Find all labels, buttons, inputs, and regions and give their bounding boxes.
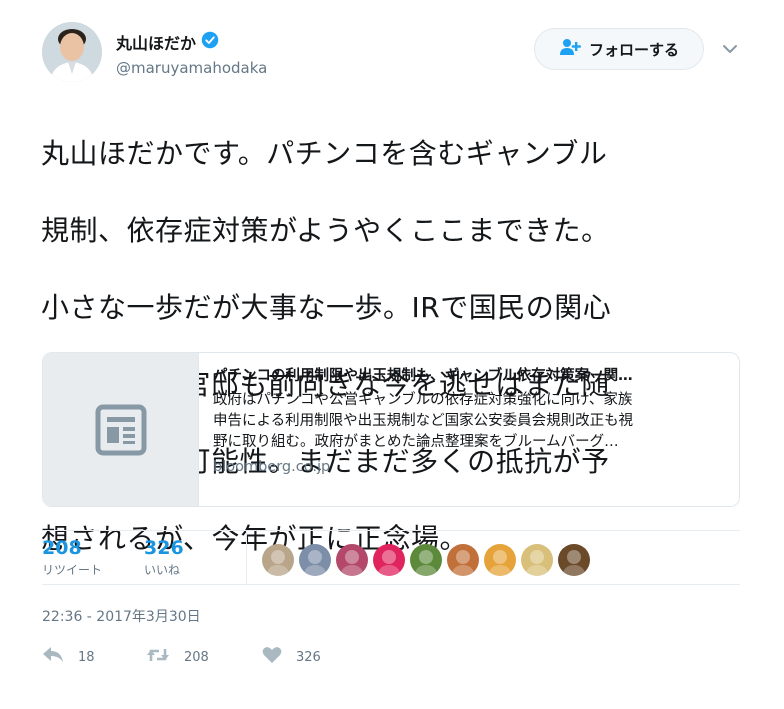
retweet-stat[interactable]: 208 リツイート	[42, 537, 102, 578]
like-action-count: 326	[296, 649, 321, 665]
reply-button[interactable]: 18	[42, 646, 146, 668]
liker-avatar[interactable]	[299, 544, 331, 576]
card-description-line: 申告による利用制限や出玉規制など国家公安委員会規則改正も視	[213, 413, 634, 429]
liker-avatars	[262, 544, 590, 576]
like-count: 326	[144, 537, 184, 559]
stats-separator	[246, 531, 247, 584]
liker-avatar[interactable]	[410, 544, 442, 576]
user-info: 丸山ほだか @maruyamahodaka	[116, 30, 267, 77]
liker-avatar[interactable]	[373, 544, 405, 576]
card-body: パチンコの利用制限や出玉規制も、ギャンブル依存対策案－関… 政府はパチンコや公営…	[199, 353, 739, 506]
reply-count: 18	[78, 649, 95, 665]
like-label: いいね	[144, 563, 181, 577]
follow-button[interactable]: フォローする	[534, 28, 704, 70]
tweet-text-line: 小さな一歩だが大事な一歩。IRで国民の関心	[41, 290, 612, 324]
liker-avatar[interactable]	[336, 544, 368, 576]
like-button[interactable]: 326	[262, 646, 321, 668]
tweet-text: 丸山ほだかです。パチンコを含むギャンブル 規制、依存症対策がようやくここまできた…	[41, 96, 741, 597]
link-card[interactable]: パチンコの利用制限や出玉規制も、ギャンブル依存対策案－関… 政府はパチンコや公営…	[42, 352, 740, 507]
verified-badge-icon	[201, 31, 219, 53]
tweet-text-line: 丸山ほだかです。パチンコを含むギャンブル	[41, 136, 608, 170]
card-domain: bloomberg.co.jp	[213, 459, 331, 475]
card-description: 政府はパチンコや公営ギャンブルの依存症対策強化に向け、家族 申告による利用制限や…	[213, 390, 728, 453]
retweet-label: リツイート	[42, 563, 103, 577]
liker-avatar[interactable]	[521, 544, 553, 576]
retweet-action-count: 208	[184, 649, 209, 665]
liker-avatar[interactable]	[447, 544, 479, 576]
liker-avatar[interactable]	[558, 544, 590, 576]
display-name[interactable]: 丸山ほだか	[116, 30, 196, 54]
add-user-icon	[559, 38, 581, 60]
avatar-photo	[42, 22, 102, 82]
user-handle[interactable]: @maruyamahodaka	[116, 59, 267, 77]
liker-avatar[interactable]	[484, 544, 516, 576]
card-thumbnail	[43, 353, 199, 506]
retweet-button[interactable]: 208	[146, 646, 262, 668]
retweet-count: 208	[42, 537, 82, 559]
card-description-line: 政府はパチンコや公営ギャンブルの依存症対策強化に向け、家族	[213, 392, 633, 408]
stats-bottom-divider	[42, 584, 740, 585]
reply-icon	[42, 646, 64, 668]
card-description-line: 野に取り組む。政府がまとめた論点整理案をブルームバーグ…	[213, 434, 619, 450]
tweet-text-line: 規制、依存症対策がようやくここまできた。	[41, 213, 610, 247]
like-stat[interactable]: 326 いいね	[144, 537, 184, 578]
article-icon	[95, 404, 146, 455]
retweet-icon	[146, 646, 170, 668]
tweet-actions: 18 208 326	[42, 646, 321, 668]
liker-avatar[interactable]	[262, 544, 294, 576]
stats-top-divider	[42, 530, 740, 531]
avatar[interactable]	[42, 22, 102, 82]
card-title: パチンコの利用制限や出玉規制も、ギャンブル依存対策案－関…	[213, 368, 633, 384]
timestamp[interactable]: 22:36 - 2017年3月30日	[42, 606, 201, 626]
chevron-down-icon[interactable]	[722, 40, 738, 59]
follow-button-label: フォローする	[588, 40, 679, 59]
heart-icon	[262, 646, 282, 668]
